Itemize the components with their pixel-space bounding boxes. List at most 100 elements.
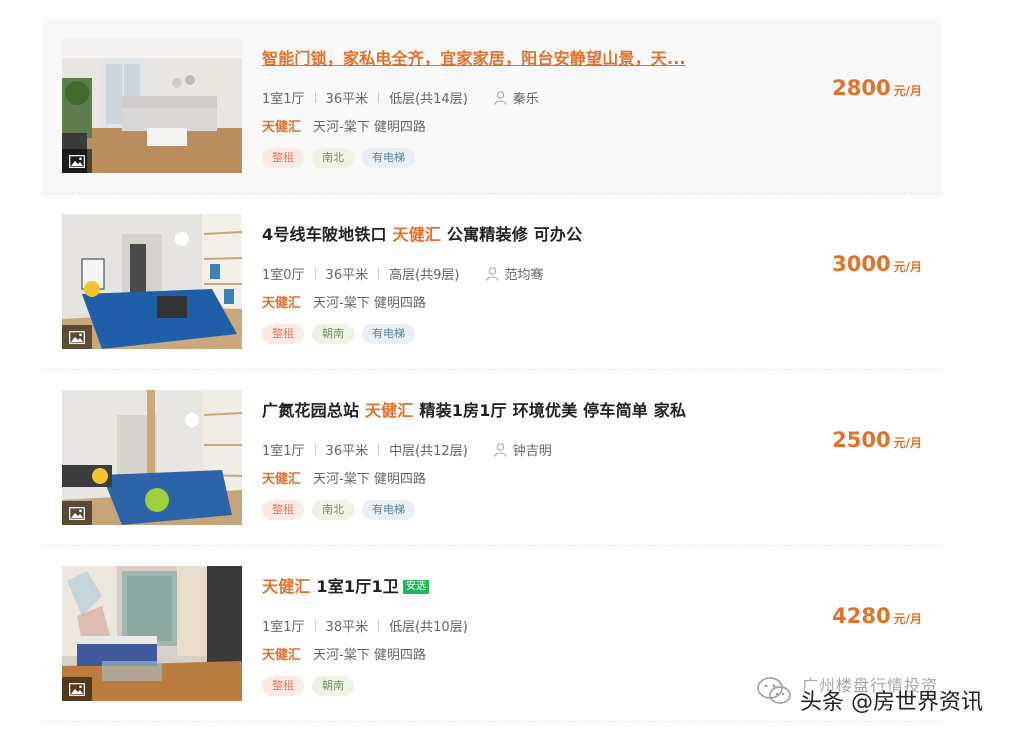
area-text: 36平米 [325, 92, 369, 107]
title-community-highlight: 天健汇 [262, 577, 311, 596]
tag-rent-type: 整租 [262, 324, 304, 344]
photo-gallery-icon[interactable] [62, 149, 92, 173]
layout-text: 1室1厅 [262, 92, 305, 107]
listing-location: 天健汇 天河-棠下 健明四路 [262, 292, 426, 311]
district-text: 天河-棠下 健明四路 [313, 120, 426, 135]
price-value: 4280 [832, 604, 891, 628]
agent-name[interactable]: 范均骞 [505, 264, 544, 283]
floor-text: 中层(共12层) [389, 444, 468, 459]
listing-photo[interactable] [62, 566, 242, 701]
person-icon [485, 266, 499, 281]
title-text: 1室1厅1卫 [310, 577, 399, 596]
wechat-logo-icon [757, 677, 791, 704]
agent-name[interactable]: 钟吉明 [513, 440, 552, 459]
title-text: 4号线车陂地铁口 [262, 225, 393, 244]
community-link[interactable]: 天健汇 [262, 120, 301, 135]
price-value: 3000 [832, 252, 891, 276]
tag-orientation: 南北 [312, 500, 354, 520]
photo-gallery-icon[interactable] [62, 501, 92, 525]
listing-attrs: 1室1厅 36平米 中层(共12层) 钟吉明 [262, 440, 552, 459]
tag-orientation: 南北 [312, 148, 354, 168]
tag-rent-type: 整租 [262, 676, 304, 696]
price-unit: 元/月 [893, 260, 922, 274]
listing-title-link[interactable]: 智能门锁，家私电全齐，宜家家居，阳台安静望山景，天... [262, 45, 686, 69]
title-community-highlight: 天健汇 [364, 401, 414, 420]
tag-elevator: 有电梯 [362, 324, 415, 344]
community-link[interactable]: 天健汇 [262, 648, 301, 663]
listing-tags: 整租 朝南 有电梯 [262, 324, 415, 344]
tag-elevator: 有电梯 [362, 500, 415, 520]
price-unit: 元/月 [893, 436, 922, 450]
listing-price: 2500 元/月 [832, 428, 922, 452]
divider [378, 92, 380, 103]
listing-photo[interactable] [62, 390, 242, 525]
listing-tags: 整租 朝南 [262, 676, 354, 696]
divider [314, 620, 316, 631]
price-unit: 元/月 [893, 612, 922, 626]
area-text: 36平米 [325, 444, 369, 459]
divider [378, 444, 380, 455]
agent-name[interactable]: 秦乐 [513, 88, 539, 107]
listing-item[interactable]: 4号线车陂地铁口 天健汇 公寓精装修 可办公 1室0厅 36平米 高层(共9层)… [42, 194, 942, 370]
layout-text: 1室0厅 [262, 268, 305, 283]
photo-gallery-icon[interactable] [62, 677, 92, 701]
listing-photo[interactable] [62, 214, 242, 349]
divider [314, 92, 316, 103]
listing-location: 天健汇 天河-棠下 健明四路 [262, 116, 426, 135]
divider [378, 268, 380, 279]
listing-item[interactable]: 智能门锁，家私电全齐，宜家家居，阳台安静望山景，天... 1室1厅 36平米 低… [42, 18, 942, 194]
tag-rent-type: 整租 [262, 500, 304, 520]
floor-text: 低层(共14层) [389, 92, 468, 107]
listing-tags: 整租 南北 有电梯 [262, 148, 415, 168]
listing-list: 智能门锁，家私电全齐，宜家家居，阳台安静望山景，天... 1室1厅 36平米 低… [42, 18, 942, 722]
title-text: 精装1房1厅 环境优美 停车简单 家私 [413, 401, 687, 420]
tag-orientation: 朝南 [312, 324, 354, 344]
area-text: 38平米 [325, 620, 369, 635]
tag-orientation: 朝南 [312, 676, 354, 696]
photo-gallery-icon[interactable] [62, 325, 92, 349]
price-value: 2500 [832, 428, 891, 452]
divider [314, 444, 316, 455]
person-icon [494, 90, 507, 105]
title-text: 公寓精装修 可办公 [441, 225, 583, 244]
listing-attrs: 1室1厅 36平米 低层(共14层) 秦乐 [262, 88, 539, 107]
floor-text: 高层(共9层) [389, 268, 460, 283]
community-link[interactable]: 天健汇 [262, 296, 301, 311]
listing-location: 天健汇 天河-棠下 健明四路 [262, 468, 426, 487]
person-icon [494, 442, 507, 457]
listing-tags: 整租 南北 有电梯 [262, 500, 415, 520]
tag-elevator: 有电梯 [362, 148, 415, 168]
watermark-source: 头条 @房世界资讯 [800, 690, 983, 715]
district-text: 天河-棠下 健明四路 [313, 472, 426, 487]
title-community-highlight: 天健汇 [392, 225, 442, 244]
district-text: 天河-棠下 健明四路 [313, 296, 426, 311]
title-text: 广氮花园总站 [262, 401, 365, 420]
agent-link[interactable]: 钟吉明 [494, 440, 552, 459]
layout-text: 1室1厅 [262, 620, 305, 635]
community-link[interactable]: 天健汇 [262, 472, 301, 487]
listing-item[interactable]: 广氮花园总站 天健汇 精装1房1厅 环境优美 停车简单 家私 1室1厅 36平米… [42, 370, 942, 546]
agent-link[interactable]: 范均骞 [485, 264, 544, 283]
area-text: 36平米 [325, 268, 369, 283]
listing-title-link[interactable]: 广氮花园总站 天健汇 精装1房1厅 环境优美 停车简单 家私 [262, 397, 686, 421]
price-unit: 元/月 [893, 84, 922, 98]
listing-title-link[interactable]: 4号线车陂地铁口 天健汇 公寓精装修 可办公 [262, 221, 582, 245]
listing-title-link[interactable]: 天健汇 1室1厅1卫 安选 [262, 573, 430, 597]
agent-link[interactable]: 秦乐 [494, 88, 539, 107]
listing-location: 天健汇 天河-棠下 健明四路 [262, 644, 426, 663]
layout-text: 1室1厅 [262, 444, 305, 459]
verified-badge: 安选 [402, 580, 430, 594]
price-value: 2800 [832, 76, 891, 100]
listing-attrs: 1室1厅 38平米 低层(共10层) [262, 616, 468, 635]
listing-price: 2800 元/月 [832, 76, 922, 100]
listing-price: 4280 元/月 [832, 604, 922, 628]
divider [314, 268, 316, 279]
floor-text: 低层(共10层) [389, 620, 468, 635]
listing-attrs: 1室0厅 36平米 高层(共9层) 范均骞 [262, 264, 544, 283]
divider [378, 620, 380, 631]
watermark: 广州楼盘行情投资 头条 @房世界资讯 [750, 668, 1020, 718]
tag-rent-type: 整租 [262, 148, 304, 168]
district-text: 天河-棠下 健明四路 [313, 648, 426, 663]
listing-price: 3000 元/月 [832, 252, 922, 276]
listing-photo[interactable] [62, 38, 242, 173]
